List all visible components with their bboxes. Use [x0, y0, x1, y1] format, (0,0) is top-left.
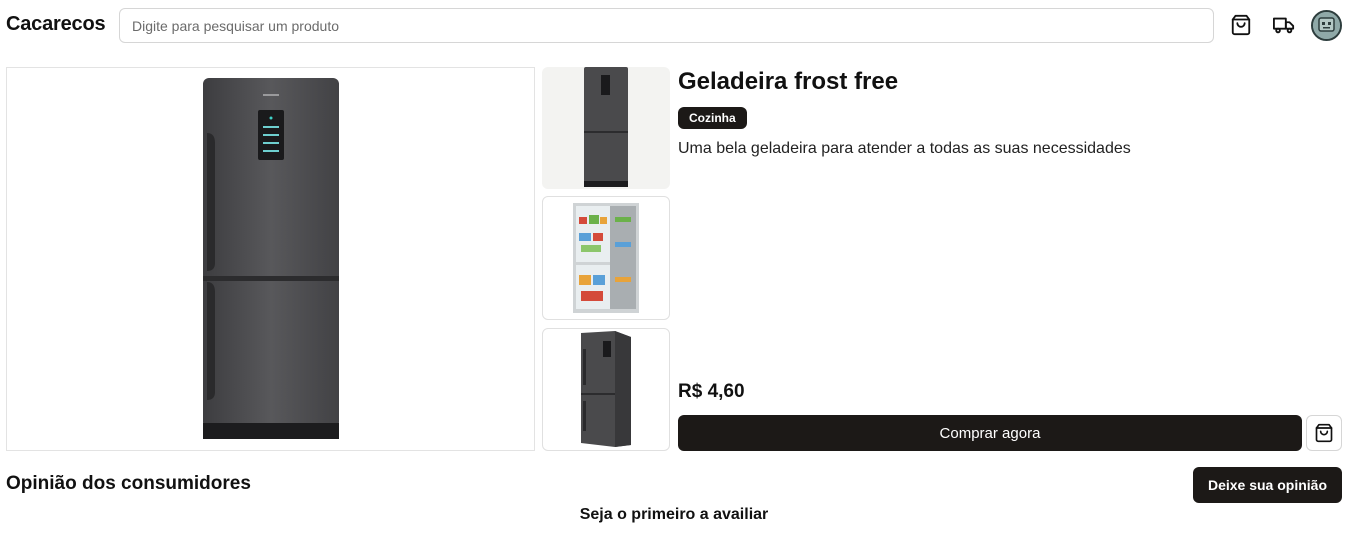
product-thumbnail-3[interactable]	[542, 328, 670, 451]
product-main-image[interactable]	[6, 67, 535, 451]
header: Cacarecos	[0, 0, 1365, 52]
reviews-title: Opinião dos consumidores	[6, 473, 251, 494]
leave-review-button[interactable]: Deixe sua opinião	[1193, 467, 1342, 503]
search-input[interactable]	[119, 8, 1214, 43]
product-thumbnail-1[interactable]	[542, 67, 670, 189]
product-description: Uma bela geladeira para atender a todas …	[678, 140, 1131, 157]
product-title: Geladeira frost free	[678, 68, 899, 95]
shopping-bag-icon[interactable]	[1228, 12, 1254, 38]
empty-reviews-message: Seja o primeiro a availiar	[579, 506, 769, 523]
brand-logo[interactable]: Cacarecos	[6, 13, 106, 36]
avatar[interactable]	[1311, 10, 1342, 41]
buy-now-button[interactable]: Comprar agora	[678, 415, 1302, 451]
truck-icon[interactable]	[1271, 12, 1297, 38]
product-thumbnail-2[interactable]	[542, 196, 670, 320]
category-badge: Cozinha	[678, 107, 747, 129]
add-to-cart-button[interactable]	[1306, 415, 1342, 451]
shopping-bag-icon	[1315, 423, 1333, 443]
product-price: R$ 4,60	[678, 381, 745, 402]
